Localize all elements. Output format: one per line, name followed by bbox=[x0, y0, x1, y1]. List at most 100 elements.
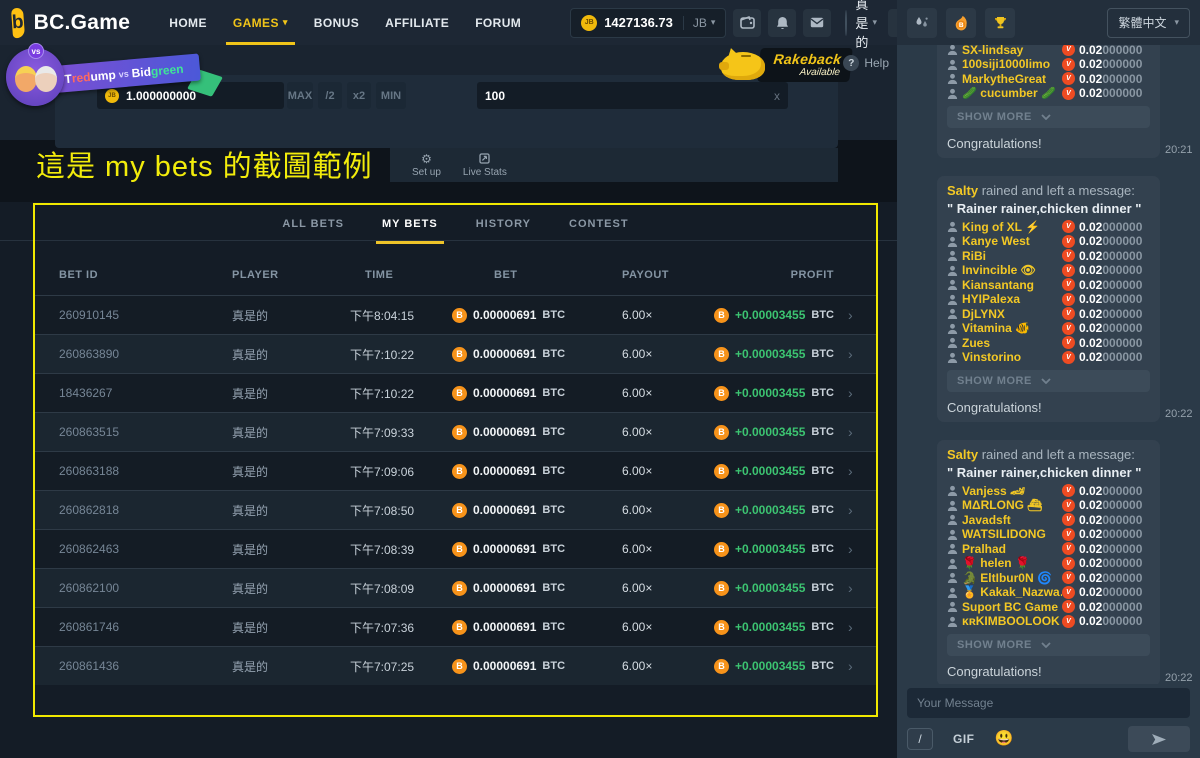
rain-recipient-name[interactable]: Vinstorino bbox=[962, 350, 1062, 364]
bet-table-row[interactable]: 260861746 真是的 下午7:07:36 B 0.00000691 BTC… bbox=[35, 607, 876, 646]
rain-recipient-name[interactable]: Suport BC Game bbox=[962, 600, 1062, 614]
show-more-button[interactable]: SHOW MORE bbox=[947, 106, 1150, 128]
bet-table-row[interactable]: 260861436 真是的 下午7:07:25 B 0.00000691 BTC… bbox=[35, 646, 876, 685]
max-button[interactable]: MAX bbox=[287, 82, 313, 109]
balance-currency[interactable]: JB bbox=[683, 16, 707, 30]
row-chevron-icon[interactable]: › bbox=[848, 463, 876, 479]
tab-history[interactable]: HISTORY bbox=[474, 205, 533, 243]
send-button[interactable] bbox=[1128, 726, 1190, 752]
chat-message-input[interactable] bbox=[907, 688, 1190, 718]
rain-recipient-name[interactable]: Javadsft bbox=[962, 513, 1062, 527]
event-banner[interactable]: TredumpvsBidgreen vs bbox=[4, 46, 209, 108]
wallet-button[interactable] bbox=[733, 9, 761, 37]
row-chevron-icon[interactable]: › bbox=[848, 424, 876, 440]
rain-recipient-name[interactable]: 🥒 cucumber 🥒 bbox=[962, 86, 1062, 100]
show-more-button[interactable]: SHOW MORE bbox=[947, 634, 1150, 656]
tab-all-bets[interactable]: ALL BETS bbox=[280, 205, 346, 243]
bet-table-row[interactable]: 260863515 真是的 下午7:09:33 B 0.00000691 BTC… bbox=[35, 412, 876, 451]
rain-recipient-name[interactable]: DjLYNX bbox=[962, 307, 1062, 321]
rain-recipient-name[interactable]: HYIPalexa bbox=[962, 292, 1062, 306]
bcgame-logo-icon[interactable]: b bbox=[11, 7, 25, 38]
nav-item-label: GAMES bbox=[233, 16, 279, 30]
banner-vs: vs bbox=[118, 68, 129, 79]
bet-table-row[interactable]: 260862100 真是的 下午7:08:09 B 0.00000691 BTC… bbox=[35, 568, 876, 607]
live-stats-button[interactable]: Live Stats bbox=[463, 153, 507, 178]
bet-id: 260910145 bbox=[59, 308, 232, 322]
rain-recipient-name[interactable]: Invincible 👁 bbox=[962, 263, 1062, 277]
rain-amount-faint: 000000 bbox=[1102, 292, 1142, 306]
half-button[interactable]: /2 bbox=[318, 82, 342, 109]
tab-contest[interactable]: CONTEST bbox=[567, 205, 631, 243]
row-chevron-icon[interactable]: › bbox=[848, 385, 876, 401]
rain-recipient-name[interactable]: 🏅 Kakak_Nazwa… bbox=[962, 585, 1062, 599]
tab-my-bets[interactable]: MY BETS bbox=[380, 205, 440, 243]
rain-recipient-name[interactable]: SX-lindsay bbox=[962, 45, 1062, 57]
notifications-button[interactable] bbox=[768, 9, 796, 37]
contest-button[interactable] bbox=[985, 8, 1015, 38]
nav-item-forum[interactable]: FORUM▾ bbox=[462, 0, 534, 45]
trx-coin-icon: V bbox=[1062, 499, 1075, 512]
user-menu-caret-icon[interactable]: ▾ bbox=[872, 17, 877, 28]
balance-display[interactable]: JB 1427136.73 JB ▾ bbox=[570, 8, 726, 38]
nav-item-affiliate[interactable]: AFFILIATE▾ bbox=[372, 0, 462, 45]
rain-recipient-name[interactable]: Zues bbox=[962, 336, 1062, 350]
rain-recipient-name[interactable]: 100siji1000limo bbox=[962, 57, 1062, 71]
bet-table-row[interactable]: 260910145 真是的 下午8:04:15 B 0.00000691 BTC… bbox=[35, 295, 876, 334]
bet-table-row[interactable]: 260862463 真是的 下午7:08:39 B 0.00000691 BTC… bbox=[35, 529, 876, 568]
rain-sender[interactable]: Salty bbox=[947, 447, 978, 462]
rain-recipient-name[interactable]: MΔRLONG ⛴ bbox=[962, 498, 1062, 512]
row-chevron-icon[interactable]: › bbox=[848, 346, 876, 362]
gif-button[interactable]: GIF bbox=[953, 732, 975, 746]
help-button[interactable]: ? Help bbox=[843, 55, 889, 71]
btc-coin-icon: B bbox=[714, 542, 729, 557]
rain-recipient-name[interactable]: Pralhad bbox=[962, 542, 1062, 556]
row-chevron-icon[interactable]: › bbox=[848, 580, 876, 596]
rain-recipient-name[interactable]: Vanjess 🏎 bbox=[962, 484, 1062, 498]
rain-recipient-name[interactable]: Vitamina 🐠 bbox=[962, 321, 1062, 335]
bet-amount: 0.00000691 bbox=[473, 347, 536, 361]
bet-table-row[interactable]: 260863890 真是的 下午7:10:22 B 0.00000691 BTC… bbox=[35, 334, 876, 373]
bet-table-row[interactable]: 18436267 真是的 下午7:10:22 B 0.00000691 BTC … bbox=[35, 373, 876, 412]
gear-icon: ⚙ bbox=[421, 153, 432, 166]
rakeback-widget[interactable]: Rakeback Available bbox=[721, 48, 851, 82]
coin-drop-button[interactable]: B bbox=[946, 8, 976, 38]
row-chevron-icon[interactable]: › bbox=[848, 502, 876, 518]
rain-recipient-name[interactable]: 🌹 helen 🌹 bbox=[962, 556, 1062, 570]
nav-item-bonus[interactable]: BONUS▾ bbox=[301, 0, 372, 45]
user-name[interactable]: 真是的 bbox=[855, 0, 868, 51]
rain-recipient-name[interactable]: 🐊 EltIbur0N 🌀 bbox=[962, 571, 1062, 585]
rain-sender[interactable]: Salty bbox=[947, 183, 978, 198]
payout-input[interactable]: 100 x bbox=[477, 82, 788, 109]
nav-item-games[interactable]: GAMES▾ bbox=[220, 0, 301, 45]
bet-table-row[interactable]: 260863188 真是的 下午7:09:06 B 0.00000691 BTC… bbox=[35, 451, 876, 490]
setup-button[interactable]: ⚙ Set up bbox=[412, 153, 441, 178]
rain-recipient-name[interactable]: Kanye West bbox=[962, 234, 1062, 248]
rain-recipient-name[interactable]: RiBi bbox=[962, 249, 1062, 263]
brand-title[interactable]: BC.Game bbox=[34, 11, 131, 35]
show-more-button[interactable]: SHOW MORE bbox=[947, 370, 1150, 392]
messages-button[interactable] bbox=[803, 9, 831, 37]
user-icon bbox=[947, 337, 958, 348]
chat-messages[interactable]: V 0.02 000000 SX-lindsay V 0.02 000000 1… bbox=[897, 45, 1200, 684]
rain-recipient-name[interactable]: WATSILIDONG bbox=[962, 527, 1062, 541]
nav-item-home[interactable]: HOME▾ bbox=[156, 0, 220, 45]
min-button[interactable]: MIN bbox=[376, 82, 406, 109]
rain-recipient-name[interactable]: Kiansantang bbox=[962, 278, 1062, 292]
row-chevron-icon[interactable]: › bbox=[848, 658, 876, 674]
bet-player: 真是的 bbox=[232, 307, 350, 324]
emoji-button[interactable]: 😃 bbox=[995, 731, 1014, 747]
user-avatar[interactable] bbox=[845, 10, 847, 36]
rain-recipient-name[interactable]: King of XL ⚡ bbox=[962, 220, 1062, 234]
rain-button[interactable] bbox=[907, 8, 937, 38]
bet-payout: 6.00× bbox=[622, 347, 712, 361]
slash-command-button[interactable]: / bbox=[907, 728, 933, 750]
row-chevron-icon[interactable]: › bbox=[848, 541, 876, 557]
rain-recipient-name[interactable]: ᴋʀKIMBOOLOOK bbox=[962, 614, 1062, 628]
bet-table-row[interactable]: 260862818 真是的 下午7:08:50 B 0.00000691 BTC… bbox=[35, 490, 876, 529]
rain-recipient-name[interactable]: MarkytheGreat bbox=[962, 72, 1062, 86]
row-chevron-icon[interactable]: › bbox=[848, 307, 876, 323]
row-chevron-icon[interactable]: › bbox=[848, 619, 876, 635]
double-button[interactable]: x2 bbox=[347, 82, 371, 109]
chat-toggle-button[interactable] bbox=[888, 9, 897, 37]
language-selector[interactable]: 繁體中文 ▾ bbox=[1107, 8, 1190, 38]
